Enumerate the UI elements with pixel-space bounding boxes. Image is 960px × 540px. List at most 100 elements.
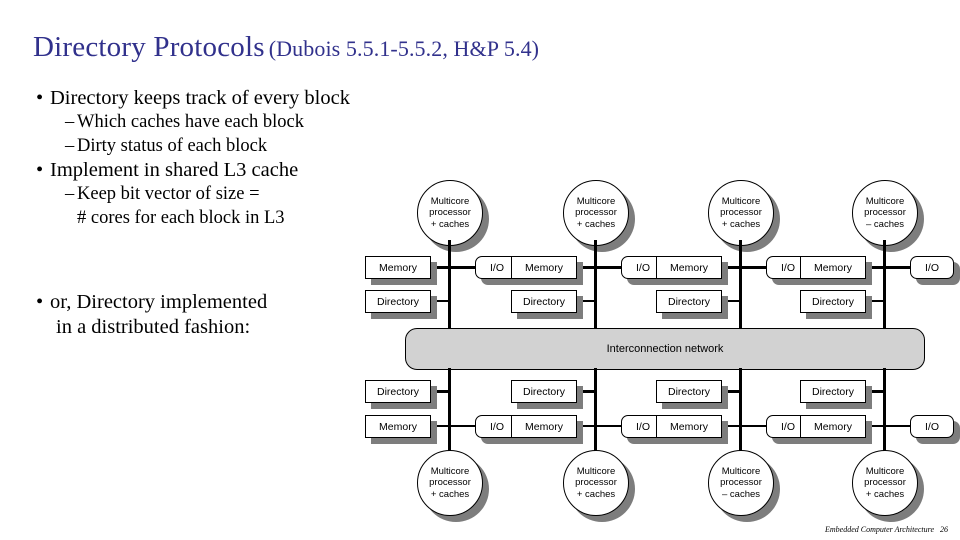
node-label-line1: Multicore — [576, 465, 616, 477]
directory-box: Directory — [800, 290, 872, 319]
node-bus-vertical — [739, 240, 742, 335]
memory-box: Memory — [511, 415, 583, 444]
directory-box: Directory — [656, 290, 728, 319]
node-label-line3: – caches — [721, 488, 761, 500]
footer-page-number: 26 — [940, 525, 948, 534]
bullet-text: Directory keeps track of every block — [50, 87, 350, 109]
bullet-marker: – — [65, 112, 75, 132]
box-face: Directory — [365, 380, 431, 403]
page-title-main: Directory Protocols — [33, 31, 265, 63]
node-bus-vertical — [594, 368, 597, 463]
io-link — [448, 266, 478, 269]
bullet-text: or, Directory implemented — [50, 291, 268, 313]
bullet-marker: • — [36, 159, 44, 181]
io-box: I/O — [910, 415, 960, 444]
node-label-line1: Multicore — [865, 465, 905, 477]
box-face: Directory — [656, 290, 722, 313]
multicore-processor-node: Multicore processor + caches — [708, 180, 780, 252]
memory-box: Memory — [656, 256, 728, 285]
bullet-text: Which caches have each block — [77, 112, 305, 132]
directory-box: Directory — [365, 290, 437, 319]
bullet-text: in a distributed fashion: — [56, 316, 251, 338]
directory-box: Directory — [656, 380, 728, 409]
node-face: Multicore processor + caches — [417, 450, 483, 516]
multicore-processor-node: Multicore processor + caches — [417, 180, 489, 252]
box-face: Directory — [365, 290, 431, 313]
directory-box: Directory — [511, 290, 583, 319]
node-label-line3: + caches — [865, 488, 905, 500]
directory-box: Directory — [800, 380, 872, 409]
io-link — [594, 425, 624, 427]
memory-box: Memory — [800, 415, 872, 444]
io-link — [739, 425, 769, 427]
multicore-processor-node: Multicore processor + caches — [563, 180, 635, 252]
bullet-text: Keep bit vector of size = — [77, 184, 260, 204]
interconnection-network: Interconnection network — [405, 328, 925, 370]
page-title-subtitle: (Dubois 5.5.1-5.5.2, H&P 5.4) — [268, 36, 540, 61]
node-face: Multicore processor – caches — [852, 180, 918, 246]
box-face: Memory — [800, 415, 866, 438]
node-label-line1: Multicore — [721, 195, 761, 207]
bullet-text: # cores for each block in L3 — [77, 207, 285, 228]
node-bus-vertical — [448, 368, 451, 463]
node-face: Multicore processor + caches — [563, 180, 629, 246]
directory-box: Directory — [511, 380, 583, 409]
bullet-list-secondary: • or, Directory implemented in a distribu… — [30, 290, 390, 340]
node-label-line2: processor — [429, 477, 471, 489]
multicore-processor-node: Multicore processor + caches — [852, 450, 924, 522]
node-bus-vertical — [883, 240, 886, 335]
box-face: Memory — [656, 415, 722, 438]
bullet-text: Implement in shared L3 cache — [50, 159, 299, 181]
io-link — [739, 266, 769, 269]
box-face: Directory — [800, 290, 866, 313]
multicore-processor-node: Multicore processor + caches — [417, 450, 489, 522]
node-label-line3: + caches — [576, 218, 616, 230]
node-label-line3: + caches — [576, 488, 616, 500]
bullet-item: – Which caches have each block — [30, 111, 430, 135]
bullet-item: • Directory keeps track of every block — [30, 86, 430, 111]
node-face: Multicore processor + caches — [417, 180, 483, 246]
box-face: Memory — [656, 256, 722, 279]
box-face: Directory — [511, 290, 577, 313]
multicore-processor-node: Multicore processor + caches — [563, 450, 635, 522]
bullet-text: Dirty status of each block — [77, 135, 268, 156]
io-link — [448, 425, 478, 427]
architecture-diagram: Multicore processor + caches Memory Dire… — [360, 178, 960, 522]
node-label-line1: Multicore — [865, 195, 905, 207]
bullet-item-continuation: in a distributed fashion: — [30, 315, 390, 340]
box-face: Memory — [511, 415, 577, 438]
bullet-item: • or, Directory implemented — [30, 290, 390, 315]
memory-box: Memory — [365, 415, 437, 444]
bullet-marker: • — [36, 87, 44, 109]
slide-footer: Embedded Computer Architecture 26 — [825, 525, 948, 534]
node-label-line2: processor — [429, 207, 471, 219]
node-label-line2: processor — [864, 477, 906, 489]
node-bus-vertical — [883, 368, 886, 463]
bullet-item: – Dirty status of each block — [30, 135, 430, 159]
node-label-line3: – caches — [865, 218, 905, 230]
node-face: Multicore processor + caches — [563, 450, 629, 516]
box-face: Memory — [800, 256, 866, 279]
node-label-line2: processor — [864, 207, 906, 219]
memory-box: Memory — [365, 256, 437, 285]
node-label-line2: processor — [575, 477, 617, 489]
io-link — [883, 425, 913, 427]
box-face: Directory — [511, 380, 577, 403]
bullet-marker: – — [65, 184, 75, 204]
memory-box: Memory — [656, 415, 728, 444]
node-label-line3: + caches — [430, 218, 470, 230]
node-label-line3: + caches — [721, 218, 761, 230]
node-label-line2: processor — [575, 207, 617, 219]
io-link — [594, 266, 624, 269]
box-face: Memory — [511, 256, 577, 279]
node-label-line3: + caches — [430, 488, 470, 500]
box-face: Memory — [365, 415, 431, 438]
node-label-line1: Multicore — [430, 195, 470, 207]
node-label-line1: Multicore — [721, 465, 761, 477]
memory-box: Memory — [800, 256, 872, 285]
memory-box: Memory — [511, 256, 583, 285]
box-face: Memory — [365, 256, 431, 279]
box-face: I/O — [910, 415, 954, 438]
node-bus-vertical — [594, 240, 597, 335]
footer-course-name: Embedded Computer Architecture — [824, 525, 934, 534]
